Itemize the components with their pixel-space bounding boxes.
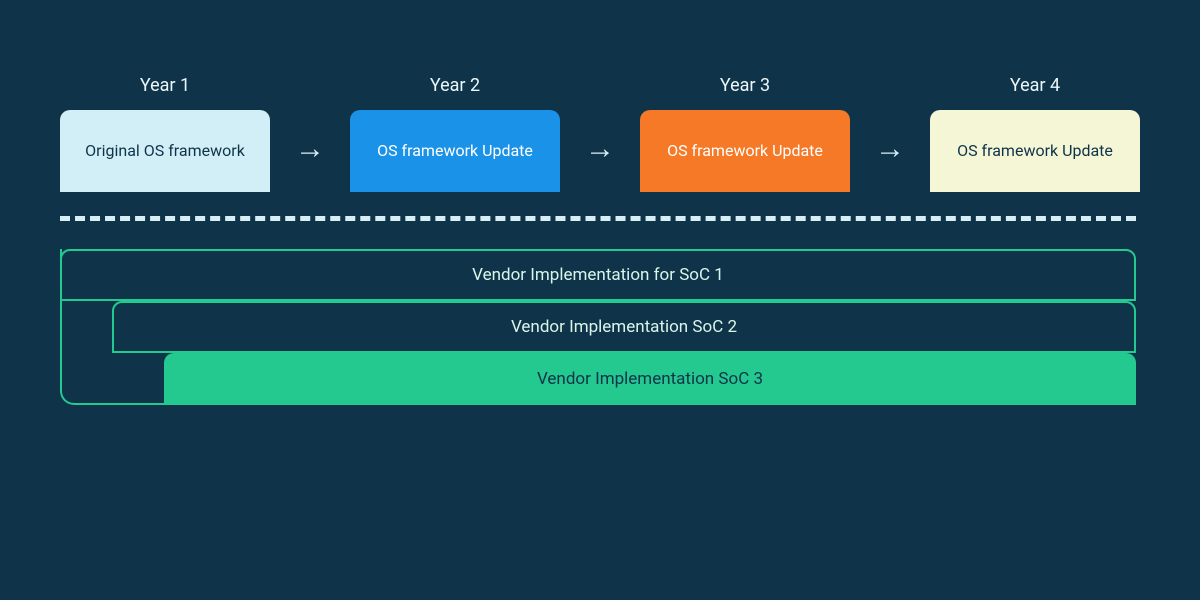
- year-1-label: Year 1: [140, 75, 190, 96]
- vendor-soc-1-box: Vendor Implementation for SoC 1: [60, 249, 1136, 301]
- arrow-icon: →: [295, 134, 325, 164]
- os-box-original: Original OS framework: [60, 110, 270, 192]
- year-4-column: Year 4 OS framework Update: [930, 75, 1140, 192]
- os-box-update-4: OS framework Update: [930, 110, 1140, 192]
- section-divider: [60, 216, 1136, 221]
- year-3-label: Year 3: [720, 75, 770, 96]
- arrow-icon: →: [875, 134, 905, 164]
- os-box-update-2: OS framework Update: [350, 110, 560, 192]
- year-2-label: Year 2: [430, 75, 480, 96]
- arrow-icon: →: [585, 134, 615, 164]
- vendor-implementation-stack: Vendor Implementation for SoC 1 Vendor I…: [60, 249, 1140, 509]
- year-1-column: Year 1 Original OS framework: [60, 75, 270, 192]
- vendor-soc-2-box: Vendor Implementation SoC 2: [112, 301, 1136, 353]
- os-timeline-row: Year 1 Original OS framework → Year 2 OS…: [60, 75, 1140, 192]
- os-box-update-3: OS framework Update: [640, 110, 850, 192]
- vendor-soc-3-box: Vendor Implementation SoC 3: [164, 353, 1136, 405]
- year-2-column: Year 2 OS framework Update: [350, 75, 560, 192]
- diagram-canvas: Year 1 Original OS framework → Year 2 OS…: [60, 75, 1140, 509]
- year-3-column: Year 3 OS framework Update: [640, 75, 850, 192]
- year-4-label: Year 4: [1010, 75, 1060, 96]
